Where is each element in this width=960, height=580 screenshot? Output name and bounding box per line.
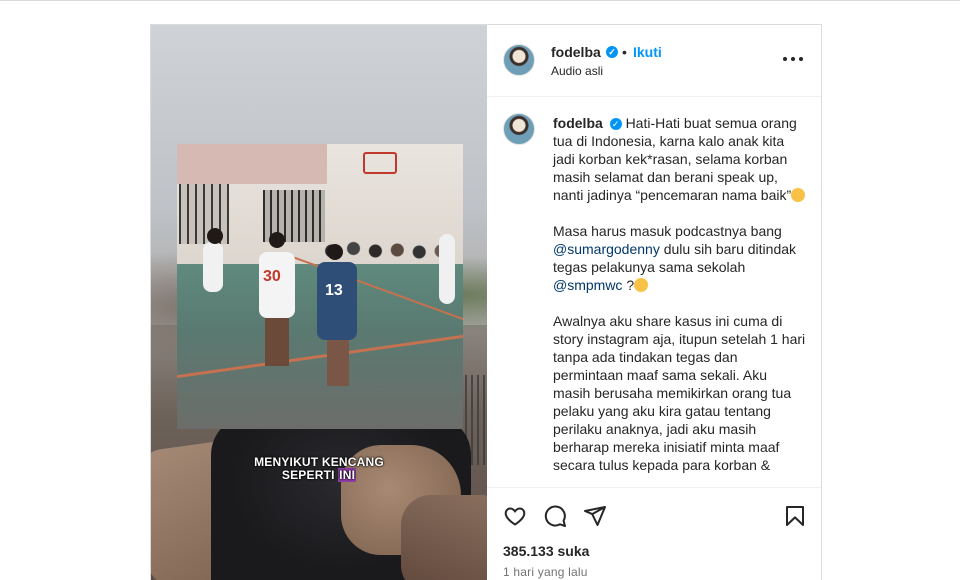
sleeve-right	[401, 495, 487, 580]
video-caption-overlay: MENYIKUT KENCANG SEPERTI INI	[151, 456, 487, 482]
verified-badge-icon: ✓	[609, 118, 622, 131]
caption-line-2: SEPERTI INI	[151, 468, 487, 482]
player-white-far	[203, 242, 223, 292]
author-username-link[interactable]: fodelba ✓	[551, 44, 618, 60]
smiling-emoji-icon	[791, 188, 806, 202]
caption-highlight: INI	[338, 468, 357, 482]
player-blue-jersey: 13	[317, 262, 357, 340]
player-head	[269, 232, 285, 248]
top-divider	[0, 0, 960, 1]
smirk-emoji-icon	[634, 278, 649, 292]
comments-area[interactable]: fodelba ✓ Hati-Hati buat semua orang tua…	[487, 97, 821, 487]
paper-plane-icon[interactable]	[583, 504, 607, 528]
caption-username[interactable]: fodelba	[553, 115, 603, 131]
author-username[interactable]: fodelba	[551, 44, 601, 60]
jersey-number: 30	[263, 268, 281, 285]
comment-avatar[interactable]	[503, 113, 535, 145]
caption-paragraph-2-c: ?	[626, 277, 635, 293]
comment-bubble-icon[interactable]	[543, 504, 567, 528]
player-head	[327, 244, 343, 260]
caption-line-2-text: SEPERTI	[281, 468, 339, 482]
embedded-basketball-clip: 30 13	[177, 144, 463, 429]
player-legs	[327, 338, 349, 386]
player-legs	[265, 316, 289, 366]
post-video[interactable]: 30 13 MENYIKUT KENCANG SEPERTI INI	[151, 25, 487, 580]
mention-link[interactable]: @smpmwc	[553, 277, 622, 293]
gym-wall-band	[177, 144, 327, 184]
heart-icon[interactable]	[503, 504, 527, 528]
caption-paragraph-3: Awalnya aku share kasus ini cuma di stor…	[553, 313, 806, 473]
audio-link[interactable]: Audio asli	[551, 64, 603, 78]
player-white-jersey: 30	[259, 252, 295, 318]
jersey-number: 13	[325, 282, 343, 299]
post-caption: fodelba ✓ Hati-Hati buat semua orang tua…	[553, 114, 807, 474]
basketball-hoop	[363, 152, 397, 174]
like-count[interactable]: 385.133 suka	[503, 543, 589, 559]
player-head	[207, 228, 223, 244]
bookmark-icon[interactable]	[783, 504, 807, 528]
action-bar	[487, 487, 821, 543]
separator-dot: •	[622, 44, 627, 60]
more-options-icon[interactable]	[781, 47, 805, 71]
post-timestamp[interactable]: 1 hari yang lalu	[503, 565, 588, 579]
follow-button[interactable]: Ikuti	[633, 44, 662, 60]
post-header: fodelba ✓ • Ikuti Audio asli	[487, 25, 821, 97]
player-right-edge	[439, 234, 455, 304]
caption-paragraph-2-a: Masa harus masuk podcastnya bang	[553, 223, 782, 239]
post-side-panel: fodelba ✓ • Ikuti Audio asli fodelba ✓ H…	[487, 25, 821, 580]
verified-badge-icon: ✓	[606, 46, 618, 58]
post-dialog: 30 13 MENYIKUT KENCANG SEPERTI INI fodel…	[150, 24, 822, 580]
mention-link[interactable]: @sumargodenny	[553, 241, 660, 257]
avatar[interactable]	[503, 44, 535, 76]
